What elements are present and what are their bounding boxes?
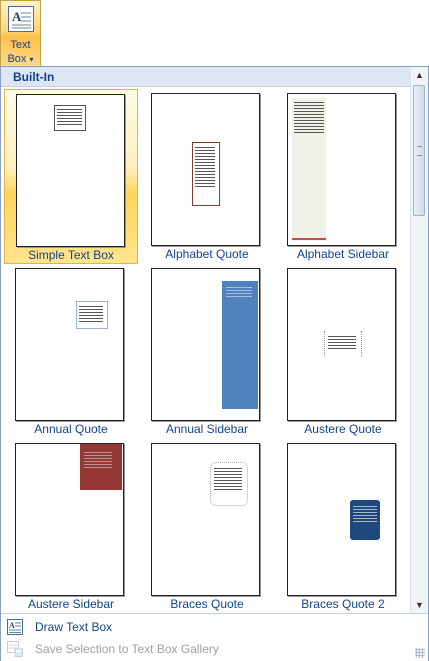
save-selection-icon [7,641,23,657]
draw-text-box-label: Draw Text Box [35,620,113,634]
gallery-item-label: Annual Quote [34,422,108,436]
draw-text-box-icon: A [7,619,23,635]
annual-sidebar-thumbnail [151,268,260,421]
gallery-item-label: Simple Text Box [28,248,114,262]
text-box-icon: A [8,6,34,32]
gallery-footer-menu: A Draw Text Box Save Selection to Text B… [1,613,428,661]
gallery-item-braces-quote-2[interactable]: Braces Quote 2 [276,439,410,614]
alphabet-quote-thumbnail [151,93,260,246]
gallery-item-austere-sidebar[interactable]: Austere Sidebar [4,439,138,614]
gallery-item-label: Annual Sidebar [165,422,249,436]
alphabet-sidebar-thumbnail [287,93,396,246]
scroll-down-arrow-icon[interactable]: ▼ [411,597,428,613]
gallery-item-label: Alphabet Sidebar [296,247,390,261]
gallery-item-simple-text-box[interactable]: Simple Text Box [4,89,138,264]
svg-text:A: A [9,621,15,630]
braces-quote-2-thumbnail [287,443,396,596]
simple-text-box-thumbnail [16,94,125,247]
austere-sidebar-thumbnail [15,443,124,596]
gallery-item-label: Austere Sidebar [27,597,115,611]
section-header-built-in: Built-In [1,67,411,87]
gallery-item-austere-quote[interactable]: Austere Quote [276,264,410,439]
gallery-item-annual-quote[interactable]: Annual Quote [4,264,138,439]
dropdown-arrow-icon: ▾ [29,55,34,64]
text-box-ribbon-button[interactable]: A Text Box ▾ [0,0,41,66]
scroll-up-arrow-icon[interactable]: ▲ [411,67,428,83]
gallery-item-braces-quote[interactable]: Braces Quote [140,439,274,614]
resize-grip-icon[interactable] [415,648,425,658]
svg-text:A: A [12,9,22,24]
gallery-item-label: Braces Quote [170,597,244,611]
annual-quote-thumbnail [15,268,124,421]
text-box-gallery-panel: Built-In Simple Text Box Alphabet Quote … [0,66,429,661]
text-box-label-line1: Text [10,39,31,51]
gallery-item-label: Braces Quote 2 [301,597,385,611]
draw-text-box-menu-item[interactable]: A Draw Text Box [1,616,428,638]
austere-quote-thumbnail [287,268,396,421]
gallery-item-alphabet-sidebar[interactable]: Alphabet Sidebar [276,89,410,264]
gallery-item-label: Alphabet Quote [165,247,249,261]
text-box-label-line2: Box [7,53,27,65]
scrollbar-thumb[interactable] [413,85,425,216]
braces-quote-thumbnail [151,443,260,596]
gallery-item-annual-sidebar[interactable]: Annual Sidebar [140,264,274,439]
gallery-item-label: Austere Quote [304,422,382,436]
save-selection-label: Save Selection to Text Box Gallery [35,642,219,656]
gallery-item-alphabet-quote[interactable]: Alphabet Quote [140,89,274,264]
save-selection-menu-item[interactable]: Save Selection to Text Box Gallery [1,638,428,660]
gallery-scrollbar[interactable]: ▲ ▼ [410,67,428,613]
